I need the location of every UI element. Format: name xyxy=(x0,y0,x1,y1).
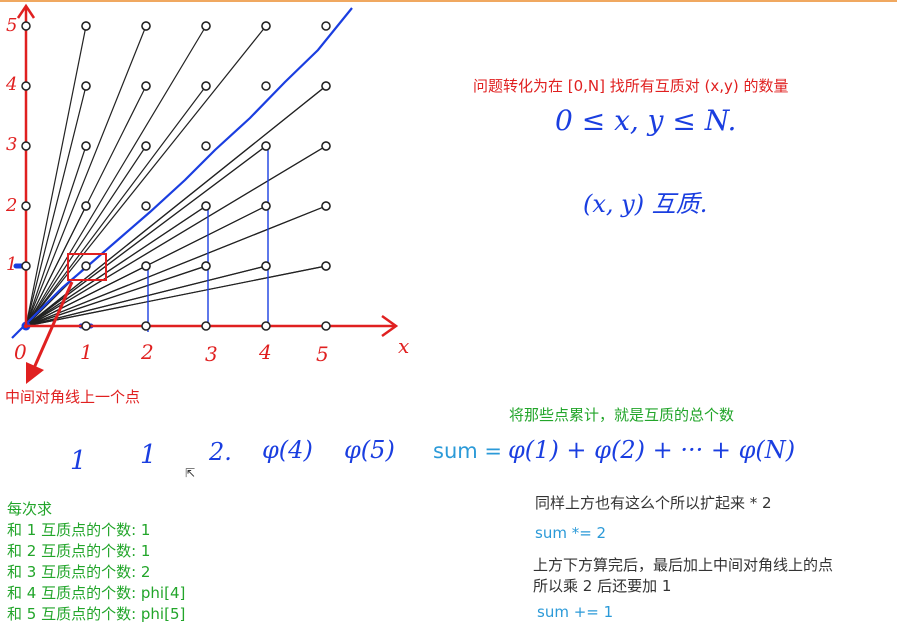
lattice-point xyxy=(321,261,331,271)
lattice-point xyxy=(201,21,211,31)
count-1b: 1 xyxy=(140,440,157,470)
lattice-point xyxy=(21,81,31,91)
lattice-point xyxy=(21,141,31,151)
x-tick-1: 1 xyxy=(80,340,93,364)
lattice-point xyxy=(201,81,211,91)
lattice-point xyxy=(261,201,271,211)
lattice-point xyxy=(261,321,271,331)
x-tick-3: 3 xyxy=(205,342,218,366)
lattice-point xyxy=(81,201,91,211)
count-1a: 1 xyxy=(70,446,87,476)
list-item-3: 和 3 互质点的个数: 2 xyxy=(7,563,151,581)
diagonal-line xyxy=(11,7,353,339)
code-sum-times: sum *= 2 xyxy=(535,524,607,542)
lattice-point xyxy=(321,81,331,91)
lattice-point xyxy=(321,321,331,331)
accumulate-note: 将那些点累计，就是互质的总个数 xyxy=(509,406,735,424)
x-tick-2: 2 xyxy=(141,340,154,364)
cursor-icon: ⇱ xyxy=(185,466,196,480)
lattice-point xyxy=(321,141,331,151)
lattice-point xyxy=(141,141,151,151)
range-handwritten: 0 ≤ x, y ≤ N. xyxy=(555,104,737,137)
y-tick-1: 1 xyxy=(6,254,18,275)
lattice-point xyxy=(261,261,271,271)
lattice-point xyxy=(261,141,271,151)
lattice-point xyxy=(21,21,31,31)
pencil-marks xyxy=(147,150,269,332)
lattice-point xyxy=(21,261,31,271)
lattice-point xyxy=(141,321,151,331)
x-axis-label: x xyxy=(398,334,410,358)
y-tick-3: 3 xyxy=(6,134,18,155)
diagonal-group xyxy=(11,7,353,339)
lattice-point xyxy=(141,201,151,211)
x-tick-5: 5 xyxy=(316,342,329,366)
lattice-point xyxy=(201,201,211,211)
lattice-point xyxy=(81,21,91,31)
ray-line xyxy=(25,85,327,327)
note-line3: 所以乘 2 后还要加 1 xyxy=(533,577,672,595)
problem-title: 问题转化为在 [0,N] 找所有互质对 (x,y) 的数量 xyxy=(473,77,789,95)
x-tick-4: 4 xyxy=(259,340,272,364)
lattice-point xyxy=(201,261,211,271)
ray-line xyxy=(25,25,267,327)
lattice-point xyxy=(321,21,331,31)
y-tick-5: 5 xyxy=(6,15,18,36)
lattice-point xyxy=(141,81,151,91)
list-item-5: 和 5 互质点的个数: phi[5] xyxy=(7,605,186,623)
note-line2: 上方下方算完后，最后加上中间对角线上的点 xyxy=(533,556,834,574)
lattice-point xyxy=(261,81,271,91)
code-sum-plus: sum += 1 xyxy=(537,603,614,621)
list-heading: 每次求 xyxy=(7,500,53,518)
y-tick-2: 2 xyxy=(6,195,18,216)
lattice-point xyxy=(201,141,211,151)
lattice-point xyxy=(81,321,91,331)
lattice-point xyxy=(261,21,271,31)
count-phi4: φ(4) xyxy=(262,436,313,464)
diagonal-point-note: 中间对角线上一个点 xyxy=(5,388,141,406)
list-item-4: 和 4 互质点的个数: phi[4] xyxy=(7,584,186,602)
note-line1: 同样上方也有这么个所以扩起来 * 2 xyxy=(535,494,772,512)
ray-line xyxy=(25,85,87,327)
lattice-point xyxy=(21,201,31,211)
list-item-2: 和 2 互质点的个数: 1 xyxy=(7,542,151,560)
sum-formula: φ(1) + φ(2) + ··· + φ(N) xyxy=(508,436,796,464)
x-tick-0: 0 xyxy=(14,340,27,364)
lattice-point xyxy=(81,141,91,151)
count-phi5: φ(5) xyxy=(344,436,395,464)
lattice-point xyxy=(81,261,91,271)
count-2: 2. xyxy=(209,438,232,466)
lattice-point xyxy=(141,261,151,271)
lattice-point xyxy=(201,321,211,331)
coprime-handwritten: (x, y) 互质. xyxy=(583,190,708,218)
lattice-point xyxy=(321,201,331,211)
lattice-point xyxy=(81,81,91,91)
y-tick-4: 4 xyxy=(6,74,18,95)
sum-label: sum = xyxy=(433,439,502,463)
list-item-1: 和 1 互质点的个数: 1 xyxy=(7,521,151,539)
ray-line xyxy=(25,265,267,327)
lattice-point xyxy=(141,21,151,31)
